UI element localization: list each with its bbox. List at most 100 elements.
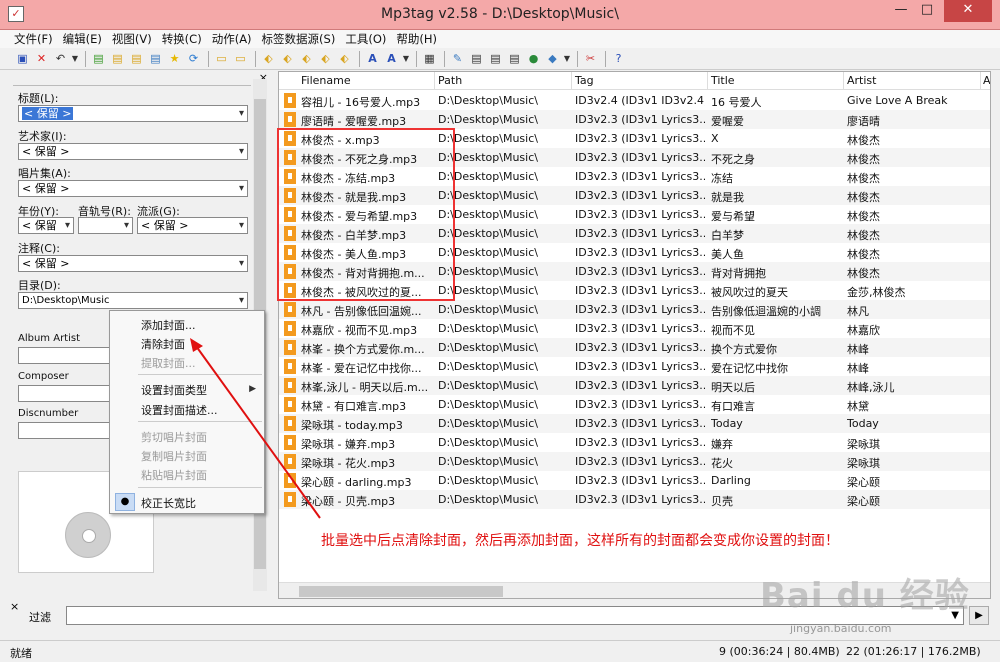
album-field[interactable]: < 保留 > ▾ — [18, 180, 248, 197]
web-source-icon[interactable]: ▤ — [506, 51, 523, 67]
table-row[interactable]: 林嘉欣 - 视而不见.mp3 D:\Desktop\Music\ ID3v2.3 (… — [279, 319, 990, 338]
album-artist-field[interactable] — [18, 347, 118, 364]
cell-artist: 林黛 — [847, 400, 869, 413]
close-button[interactable]: ✕ — [944, 0, 992, 22]
table-row[interactable]: 林峯 - 爱在记忆中找你... D:\Desktop\Music\ ID3v2.3 … — [279, 357, 990, 376]
cell-path: D:\Desktop\Music\ — [438, 474, 538, 487]
table-row[interactable]: 容祖儿 - 16号爱人.mp3 D:\Desktop\Music\ ID3v2.4 … — [279, 91, 990, 110]
dropdown-icon[interactable]: ▼ — [402, 51, 410, 67]
col-album[interactable]: A — [983, 74, 990, 87]
edit-icon[interactable]: A — [383, 51, 400, 67]
folder-icon[interactable]: ▭ — [232, 51, 249, 67]
table-row[interactable]: 林凡 - 告别像低回温婉... D:\Desktop\Music\ ID3v2.3 … — [279, 300, 990, 319]
mp3-file-icon — [284, 454, 296, 469]
menu-convert[interactable]: 转换(C) — [158, 30, 208, 48]
menu-tag-sources[interactable]: 标签数据源(S) — [258, 30, 342, 48]
mp3-file-icon — [284, 321, 296, 336]
paste-cover-item[interactable]: 粘贴唱片封面 — [141, 467, 207, 483]
table-row[interactable]: 梁心颐 - 贝壳.mp3 D:\Desktop\Music\ ID3v2.3 (ID… — [279, 490, 990, 509]
column-divider[interactable] — [707, 72, 708, 90]
cell-artist: 廖语晴 — [847, 115, 880, 128]
reload-icon[interactable]: ⟳ — [185, 51, 202, 67]
export-icon[interactable]: ▦ — [421, 51, 438, 67]
action-icon[interactable]: ◆ — [544, 51, 561, 67]
tag-to-filename-icon[interactable]: ⬖ — [260, 51, 277, 67]
discnumber-field[interactable] — [18, 422, 118, 439]
cell-tag: ID3v2.3 (ID3v1 Lyrics3... — [575, 455, 705, 468]
add-folder-icon[interactable]: ▤ — [90, 51, 107, 67]
add-cover-item[interactable]: 添加封面... — [141, 317, 196, 333]
table-row[interactable]: 林黛 - 有口难言.mp3 D:\Desktop\Music\ ID3v2.3 (I… — [279, 395, 990, 414]
tag-to-tag-icon[interactable]: ⬖ — [298, 51, 315, 67]
dropdown-icon[interactable]: ▼ — [71, 51, 79, 67]
table-row[interactable]: 林峯 - 换个方式爱你.m... D:\Desktop\Music\ ID3v2.3… — [279, 338, 990, 357]
text-file-icon[interactable]: ⬖ — [317, 51, 334, 67]
cell-path: D:\Desktop\Music\ — [438, 360, 538, 373]
table-row[interactable]: 林峯,泳儿 - 明天以后.m... D:\Desktop\Music\ ID3v2.… — [279, 376, 990, 395]
toolbar-separator — [444, 50, 445, 67]
refresh-icon[interactable]: ▤ — [147, 51, 164, 67]
col-path[interactable]: Path — [438, 74, 462, 87]
composer-field[interactable] — [18, 385, 118, 402]
case-convert-icon[interactable]: A — [364, 51, 381, 67]
table-row[interactable]: 梁咏琪 - today.mp3 D:\Desktop\Music\ ID3v2.3 … — [279, 414, 990, 433]
scrollbar-thumb[interactable] — [299, 586, 503, 597]
genre-field[interactable]: < 保留 > ▾ — [137, 217, 248, 234]
extract-cover-item[interactable]: 提取封面... — [141, 355, 196, 371]
table-row[interactable]: 梁咏琪 - 嫌弃.mp3 D:\Desktop\Music\ ID3v2.3 (ID… — [279, 433, 990, 452]
close-icon[interactable]: × — [10, 600, 19, 613]
directory-field[interactable]: D:\Desktop\Music ▾ — [18, 292, 248, 309]
menu-help[interactable]: 帮助(H) — [392, 30, 443, 48]
set-cover-type-item[interactable]: 设置封面类型 — [141, 382, 207, 398]
menu-edit[interactable]: 编辑(E) — [59, 30, 108, 48]
cut-cover-item[interactable]: 剪切唱片封面 — [141, 429, 207, 445]
menu-view[interactable]: 视图(V) — [108, 30, 158, 48]
filter-button[interactable]: ▶ — [969, 606, 989, 625]
table-row[interactable]: 廖语晴 - 爱喔爱.mp3 D:\Desktop\Music\ ID3v2.3 (I… — [279, 110, 990, 129]
menu-tools[interactable]: 工具(O) — [341, 30, 392, 48]
table-row[interactable]: 梁心颐 - darling.mp3 D:\Desktop\Music\ ID3v2.… — [279, 471, 990, 490]
cell-artist: 林俊杰 — [847, 210, 880, 223]
filename-to-tag-icon[interactable]: ⬖ — [279, 51, 296, 67]
cd-icon — [65, 512, 111, 558]
maximize-button[interactable]: □ — [914, 0, 940, 22]
folder-open-icon[interactable]: ▭ — [213, 51, 230, 67]
mp3-file-icon — [284, 435, 296, 450]
add-file-icon[interactable]: ▤ — [128, 51, 145, 67]
title-field[interactable]: < 保留 > ▾ — [18, 105, 248, 122]
track-field[interactable]: ▾ — [78, 217, 133, 234]
remove-cover-item[interactable]: 清除封面 — [141, 336, 185, 352]
save-icon[interactable]: ▣ — [14, 51, 31, 67]
globe-icon[interactable]: ● — [525, 51, 542, 67]
column-divider[interactable] — [434, 72, 435, 90]
menu-actions[interactable]: 动作(A) — [208, 30, 258, 48]
autonumber-icon[interactable]: ⬖ — [336, 51, 353, 67]
web-source-icon[interactable]: ▤ — [468, 51, 485, 67]
artist-field[interactable]: < 保留 > ▾ — [18, 143, 248, 160]
copy-cover-item[interactable]: 复制唱片封面 — [141, 448, 207, 464]
menu-file[interactable]: 文件(F) — [10, 30, 59, 48]
highlight-box — [277, 128, 455, 301]
year-field[interactable]: < 保留 ▾ — [18, 217, 74, 234]
help-icon[interactable]: ? — [610, 51, 627, 67]
dropdown-icon[interactable]: ▼ — [563, 51, 571, 67]
open-folder-icon[interactable]: ▤ — [109, 51, 126, 67]
col-title[interactable]: Title — [711, 74, 735, 87]
col-filename[interactable]: Filename — [301, 74, 351, 87]
undo-icon[interactable]: ↶ — [52, 51, 69, 67]
column-divider[interactable] — [843, 72, 844, 90]
web-source-icon[interactable]: ▤ — [487, 51, 504, 67]
playlist-icon[interactable]: ✎ — [449, 51, 466, 67]
column-divider[interactable] — [980, 72, 981, 90]
favorite-icon[interactable]: ★ — [166, 51, 183, 67]
tools-icon[interactable]: ✂ — [582, 51, 599, 67]
minimize-button[interactable]: — — [888, 0, 914, 22]
table-row[interactable]: 梁咏琪 - 花火.mp3 D:\Desktop\Music\ ID3v2.3 (ID… — [279, 452, 990, 471]
set-cover-desc-item[interactable]: 设置封面描述... — [141, 402, 218, 418]
delete-icon[interactable]: ✕ — [33, 51, 50, 67]
fix-aspect-item[interactable]: 校正长宽比 — [141, 495, 196, 511]
column-divider[interactable] — [571, 72, 572, 90]
comment-field[interactable]: < 保留 > ▾ — [18, 255, 248, 272]
col-tag[interactable]: Tag — [575, 74, 594, 87]
col-artist[interactable]: Artist — [847, 74, 876, 87]
